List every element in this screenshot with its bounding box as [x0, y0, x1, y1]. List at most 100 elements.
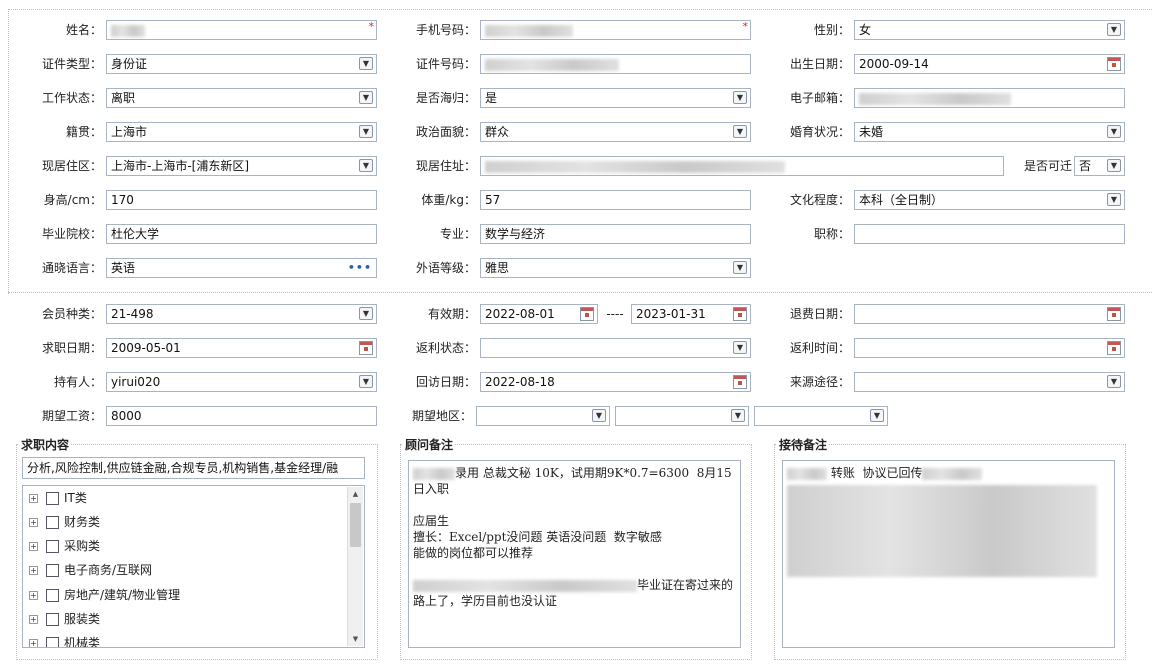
chevron-down-icon[interactable]: ▼ — [592, 409, 606, 422]
political-select[interactable]: 群众 ▼ — [480, 122, 751, 142]
native-select[interactable]: 上海市 ▼ — [106, 122, 377, 142]
school-input[interactable]: 杜伦大学 — [106, 224, 377, 244]
salary-input[interactable]: 8000 — [106, 406, 377, 426]
chevron-down-icon[interactable]: ▼ — [1107, 159, 1121, 172]
expand-icon[interactable]: + — [29, 542, 38, 551]
apply-date-input[interactable]: 2009-05-01 — [106, 338, 377, 358]
calendar-icon[interactable] — [1107, 341, 1121, 355]
gender-select[interactable]: 女 ▼ — [854, 20, 1125, 40]
visit-date-input[interactable]: 2022-08-18 — [480, 372, 751, 392]
district-select[interactable]: 上海市-上海市-[浦东新区] ▼ — [106, 156, 377, 176]
chevron-down-icon[interactable]: ▼ — [359, 375, 373, 388]
name-input[interactable]: * — [106, 20, 377, 40]
tree-item-label: 服装类 — [64, 612, 101, 626]
checkbox[interactable] — [46, 589, 59, 602]
more-icon[interactable]: ••• — [348, 259, 372, 277]
address-input[interactable] — [480, 156, 1004, 176]
member-type-select[interactable]: 21-498 ▼ — [106, 304, 377, 324]
chevron-down-icon[interactable]: ▼ — [733, 261, 747, 274]
tree-item[interactable]: + 服装类 — [29, 609, 100, 629]
region-city-select[interactable]: ▼ — [615, 406, 749, 426]
expand-icon[interactable]: + — [29, 591, 38, 600]
scroll-up-icon[interactable]: ▲ — [348, 487, 363, 501]
email-input[interactable] — [854, 88, 1125, 108]
calendar-icon[interactable] — [733, 307, 747, 321]
chevron-down-icon[interactable]: ▼ — [359, 159, 373, 172]
calendar-icon[interactable] — [359, 341, 373, 355]
reception-notes-textarea[interactable]: 转账 协议已回传 — [782, 460, 1115, 648]
major-input[interactable]: 数学与经济 — [480, 224, 751, 244]
weight-input[interactable]: 57 — [480, 190, 751, 210]
chevron-down-icon[interactable]: ▼ — [733, 91, 747, 104]
id-type-select[interactable]: 身份证 ▼ — [106, 54, 377, 74]
expand-icon[interactable]: + — [29, 494, 38, 503]
chevron-down-icon[interactable]: ▼ — [870, 409, 884, 422]
tree-item[interactable]: + 房地产/建筑/物业管理 — [29, 585, 180, 605]
tree-item[interactable]: + 财务类 — [29, 512, 100, 532]
education-select[interactable]: 本科（全日制） ▼ — [854, 190, 1125, 210]
birth-date-input[interactable]: 2000-09-14 — [854, 54, 1125, 74]
checkbox[interactable] — [46, 637, 59, 647]
calendar-icon[interactable] — [733, 375, 747, 389]
tree-item[interactable]: + 电子商务/互联网 — [29, 560, 152, 580]
id-no-blurred — [485, 58, 619, 71]
height-input[interactable]: 170 — [106, 190, 377, 210]
chevron-down-icon[interactable]: ▼ — [731, 409, 745, 422]
expand-icon[interactable]: + — [29, 639, 38, 647]
rebate-status-select[interactable]: ▼ — [480, 338, 751, 358]
tree-item[interactable]: + 采购类 — [29, 536, 100, 556]
expand-icon[interactable]: + — [29, 615, 38, 624]
member-type-label: 会员种类： — [41, 307, 102, 321]
chevron-down-icon[interactable]: ▼ — [359, 91, 373, 104]
returnee-select[interactable]: 是 ▼ — [480, 88, 751, 108]
gender-label: 性别： — [813, 23, 850, 37]
marital-select[interactable]: 未婚 ▼ — [854, 122, 1125, 142]
source-select[interactable]: ▼ — [854, 372, 1125, 392]
valid-from-input[interactable]: 2022-08-01 — [480, 304, 598, 324]
expand-icon[interactable]: + — [29, 566, 38, 575]
expand-icon[interactable]: + — [29, 518, 38, 527]
refund-date-input[interactable] — [854, 304, 1125, 324]
job-summary-input[interactable]: 分析,风险控制,供应链金融,合规专员,机构销售,基金经理/融 — [22, 457, 365, 479]
native-value: 上海市 — [111, 125, 148, 139]
birth-label: 出生日期： — [789, 57, 850, 71]
calendar-icon[interactable] — [580, 307, 594, 321]
checkbox[interactable] — [46, 613, 59, 626]
chevron-down-icon[interactable]: ▼ — [359, 125, 373, 138]
scrollbar[interactable]: ▲ ▼ — [347, 487, 363, 646]
address-blurred — [485, 160, 785, 173]
chevron-down-icon[interactable]: ▼ — [1107, 23, 1121, 36]
chevron-down-icon[interactable]: ▼ — [733, 125, 747, 138]
birth-value: 2000-09-14 — [859, 57, 929, 71]
language-level-select[interactable]: 雅思 ▼ — [480, 258, 751, 278]
checkbox[interactable] — [46, 492, 59, 505]
job-category-tree[interactable]: + IT类 + 财务类 + 采购类 + 电子商务/互联网 + 房地产/建筑/物业管理 + 服… — [22, 485, 365, 648]
region-district-select[interactable]: ▼ — [754, 406, 888, 426]
language-input[interactable]: 英语 ••• — [106, 258, 377, 278]
chevron-down-icon[interactable]: ▼ — [733, 341, 747, 354]
relocate-select[interactable]: 否 ▼ — [1074, 156, 1125, 176]
tree-item[interactable]: + IT类 — [29, 488, 87, 508]
scroll-down-icon[interactable]: ▼ — [348, 632, 363, 646]
checkbox[interactable] — [46, 516, 59, 529]
checkbox[interactable] — [46, 540, 59, 553]
advisor-notes-textarea[interactable]: 录用 总裁文秘 10K，试用期9K*0.7=6300 8月15日入职 应届生 擅… — [408, 460, 741, 648]
chevron-down-icon[interactable]: ▼ — [359, 57, 373, 70]
work-status-select[interactable]: 离职 ▼ — [106, 88, 377, 108]
mobile-input[interactable]: * — [480, 20, 751, 40]
scrollbar-thumb[interactable] — [350, 503, 361, 547]
calendar-icon[interactable] — [1107, 307, 1121, 321]
title-input[interactable] — [854, 224, 1125, 244]
chevron-down-icon[interactable]: ▼ — [1107, 125, 1121, 138]
calendar-icon[interactable] — [1107, 57, 1121, 71]
chevron-down-icon[interactable]: ▼ — [1107, 375, 1121, 388]
chevron-down-icon[interactable]: ▼ — [359, 307, 373, 320]
tree-item[interactable]: + 机械类 — [29, 633, 100, 647]
region-province-select[interactable]: ▼ — [476, 406, 610, 426]
holder-select[interactable]: yirui020 ▼ — [106, 372, 377, 392]
chevron-down-icon[interactable]: ▼ — [1107, 193, 1121, 206]
id-no-input[interactable] — [480, 54, 751, 74]
rebate-time-input[interactable] — [854, 338, 1125, 358]
valid-to-input[interactable]: 2023-01-31 — [631, 304, 751, 324]
checkbox[interactable] — [46, 564, 59, 577]
